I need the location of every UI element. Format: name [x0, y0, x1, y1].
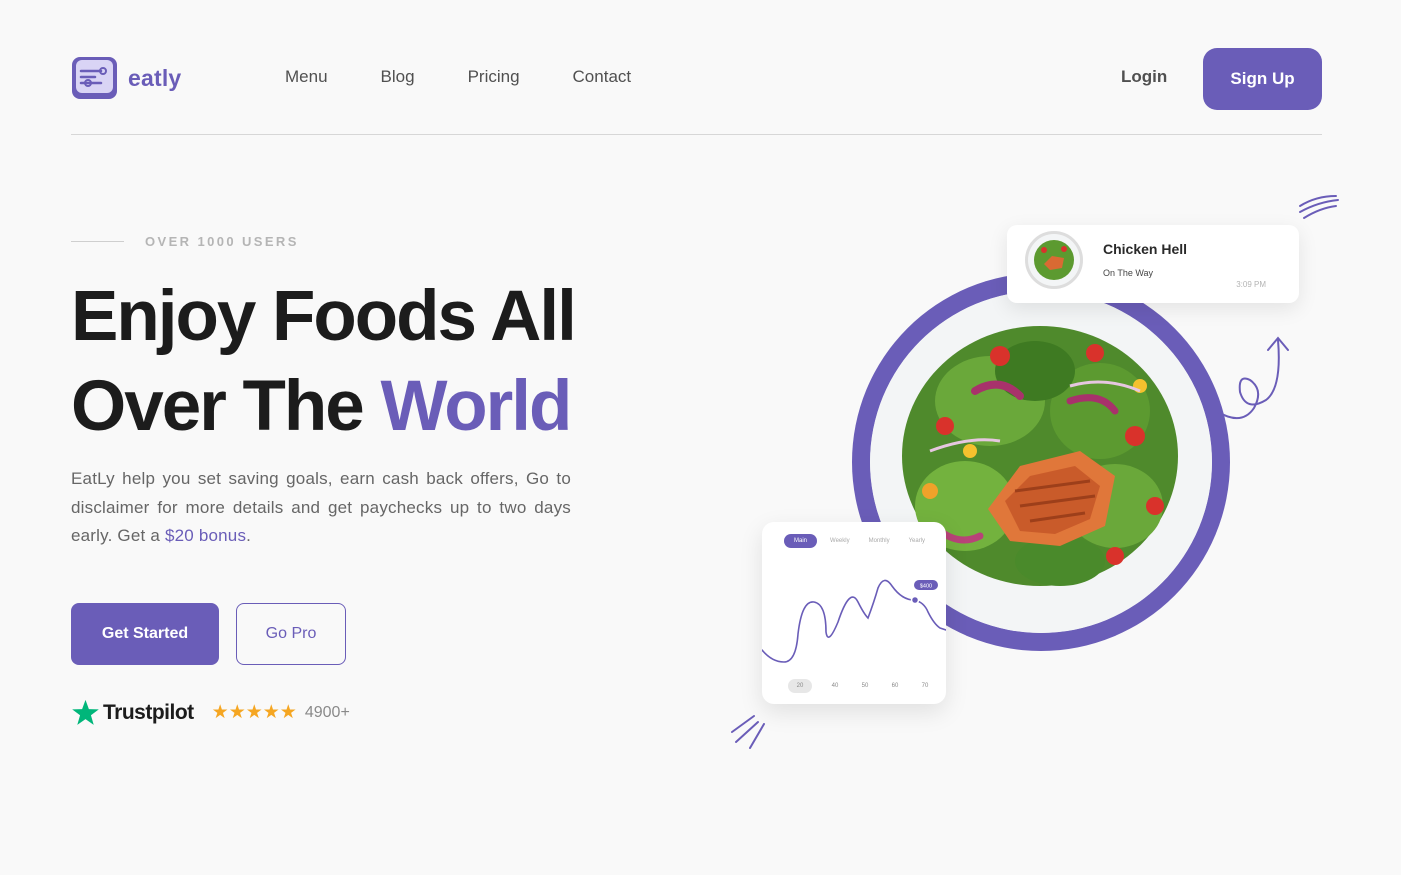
- chart-tabs: Main Weekly Monthly Yearly: [784, 534, 931, 548]
- headline-accent: World: [380, 367, 573, 446]
- x-label-active[interactable]: 20: [788, 679, 812, 693]
- chart-x-labels: 20 40 50 60 70: [788, 679, 932, 693]
- squiggle-top-icon: [1299, 195, 1339, 219]
- trustpilot-star-icon: [72, 699, 99, 725]
- chart-highlight-point: [910, 595, 920, 605]
- landing-page: eatly Menu Blog Pricing Contact Login Si…: [0, 0, 1401, 875]
- x-label: 50: [861, 683, 869, 689]
- logo-text: eatly: [128, 64, 182, 91]
- chart-badge-label: $400: [920, 584, 932, 590]
- eyebrow-text: OVER 1000 USERS: [145, 234, 299, 249]
- notification-title: Chicken Hell: [1103, 241, 1188, 257]
- eyebrow-line: [71, 241, 124, 242]
- login-link[interactable]: Login: [1121, 67, 1167, 87]
- logo-icon: [72, 57, 117, 99]
- chart-line: [762, 579, 946, 663]
- notification-time: 3:09 PM: [1236, 280, 1266, 289]
- go-pro-button[interactable]: Go Pro: [236, 603, 346, 665]
- dish-thumbnail: [1025, 231, 1083, 289]
- tab-yearly[interactable]: Yearly: [903, 534, 931, 548]
- stats-chart-card: Main Weekly Monthly Yearly $400 20 40 50…: [762, 522, 946, 704]
- signup-button[interactable]: Sign Up: [1203, 48, 1322, 110]
- rating-count: 4900+: [304, 703, 350, 721]
- tab-main[interactable]: Main: [784, 534, 818, 548]
- hero-headline: Enjoy Foods All Over The World: [71, 272, 577, 452]
- tab-weekly[interactable]: Weekly: [824, 534, 856, 548]
- loop-arrow-icon: [1217, 336, 1289, 419]
- squiggle-bottom-icon: [731, 715, 765, 749]
- description-end: .: [246, 526, 252, 545]
- x-label: 60: [891, 683, 899, 689]
- description-text: EatLy help you set saving goals, earn ca…: [71, 469, 571, 545]
- headline-line-2: Over The: [71, 367, 381, 446]
- nav-link-menu[interactable]: Menu: [285, 67, 328, 87]
- notification-subtitle: On The Way: [1103, 268, 1154, 278]
- hero-description: EatLy help you set saving goals, earn ca…: [71, 465, 571, 551]
- headline-line-1: Enjoy Foods All: [71, 277, 577, 356]
- bonus-text: $20 bonus: [164, 526, 247, 545]
- x-label: 40: [831, 683, 839, 689]
- rating-stars-icon: ★★★★★: [211, 702, 297, 723]
- tab-monthly[interactable]: Monthly: [863, 534, 896, 548]
- main-nav: Menu Blog Pricing Contact: [285, 67, 631, 87]
- trustpilot-rating: Trustpilot ★★★★★ 4900+: [71, 698, 350, 727]
- stats-line-chart: $400: [762, 579, 946, 663]
- eyebrow: OVER 1000 USERS: [71, 234, 299, 249]
- get-started-button[interactable]: Get Started: [71, 603, 219, 665]
- header-divider: [71, 134, 1322, 135]
- logo[interactable]: eatly: [71, 56, 181, 100]
- trustpilot-brand: Trustpilot: [103, 700, 194, 724]
- nav-link-contact[interactable]: Contact: [573, 67, 632, 87]
- order-notification-card[interactable]: Chicken Hell On The Way 3:09 PM: [1007, 225, 1299, 303]
- nav-link-blog[interactable]: Blog: [381, 67, 415, 87]
- nav-link-pricing[interactable]: Pricing: [468, 67, 520, 87]
- x-label: 70: [921, 683, 929, 689]
